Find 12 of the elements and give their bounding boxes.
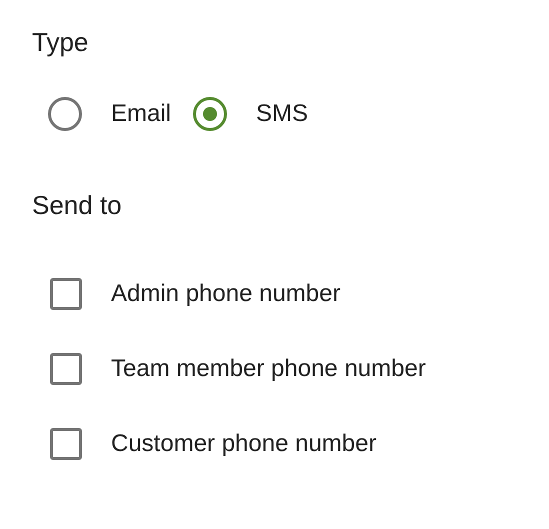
- radio-button[interactable]: [193, 97, 228, 131]
- option-label: Admin phone number: [111, 278, 340, 308]
- section-heading: Type: [32, 26, 88, 59]
- checkbox[interactable]: [50, 428, 82, 460]
- option-label: SMS: [256, 99, 308, 129]
- option-label: Email: [111, 99, 172, 129]
- section-heading: Send to: [32, 189, 122, 222]
- option-label: Customer phone number: [111, 428, 376, 458]
- option-label: Team member phone number: [111, 354, 426, 384]
- radio-button[interactable]: [48, 97, 82, 131]
- checkbox[interactable]: [50, 278, 82, 310]
- checkbox[interactable]: [50, 352, 82, 384]
